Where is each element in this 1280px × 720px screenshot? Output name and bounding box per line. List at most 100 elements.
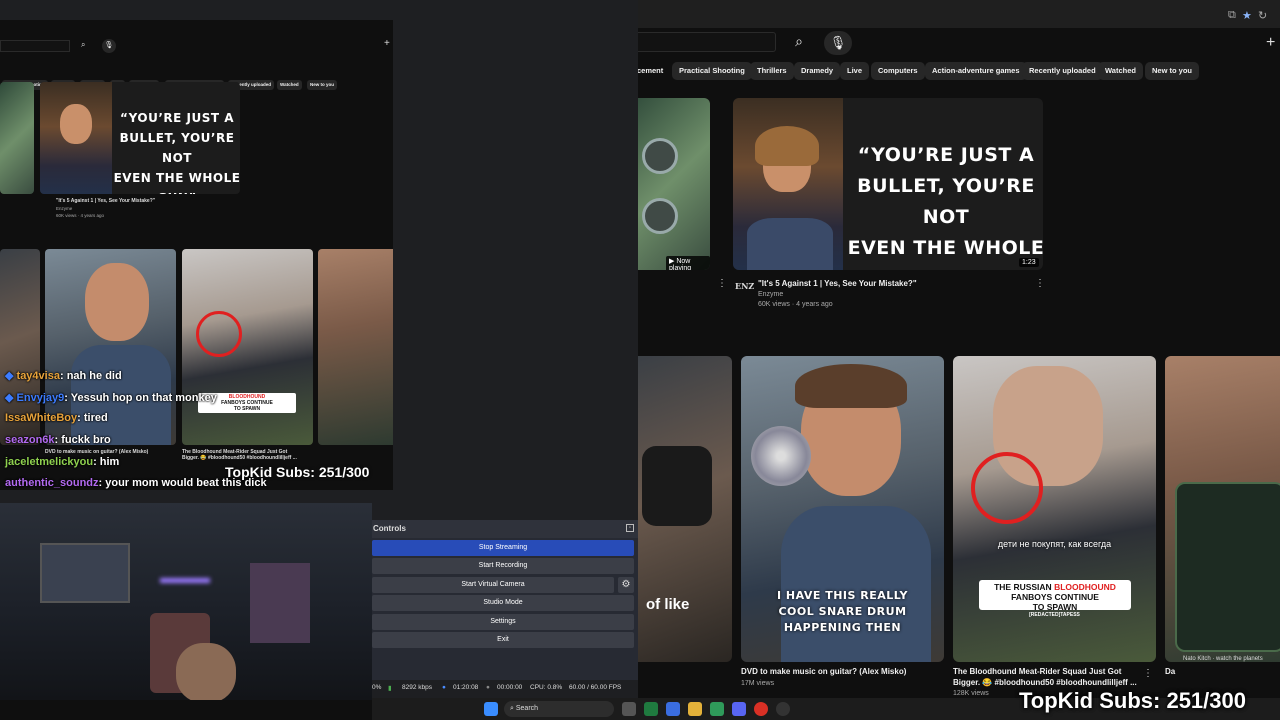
device-image bbox=[1175, 482, 1280, 652]
tv-screen-image bbox=[40, 543, 130, 603]
microphone-icon: 🎙 bbox=[102, 39, 116, 53]
character-face bbox=[60, 104, 92, 144]
exit-button[interactable]: Exit bbox=[372, 632, 634, 648]
preview-search-input bbox=[0, 40, 70, 52]
more-options-icon[interactable]: ⋮ bbox=[717, 278, 727, 289]
video-thumbnail-partial bbox=[0, 82, 34, 194]
banner-subtext: [REDACTED]TAPESS bbox=[1029, 612, 1080, 618]
featured-video-thumbnail[interactable]: “YOU’RE JUST A BULLET, YOU’RE NOT EVEN T… bbox=[733, 98, 1043, 270]
character-hair bbox=[755, 126, 819, 166]
chip-watched[interactable]: Watched bbox=[1098, 62, 1143, 80]
short-thumbnail-partial[interactable]: of like bbox=[638, 356, 732, 662]
more-options-icon[interactable]: ⋮ bbox=[1143, 668, 1153, 679]
search-icon: ⌕ bbox=[81, 40, 86, 49]
chip-new-to-you: New to you bbox=[307, 80, 338, 90]
chat-username: tay4visa bbox=[16, 370, 60, 382]
character-image bbox=[40, 82, 112, 194]
featured-video-title: "It's 5 Against 1 | Yes, See Your Mistak… bbox=[56, 198, 156, 204]
character-body bbox=[747, 218, 833, 270]
red-circle-marker bbox=[196, 311, 242, 357]
copilot-icon[interactable] bbox=[666, 702, 680, 716]
channel-name[interactable]: Enzyme bbox=[758, 291, 783, 298]
chip-new-to-you[interactable]: New to you bbox=[1145, 62, 1200, 80]
windows-start-icon[interactable] bbox=[484, 702, 498, 716]
video-views: 60K views · 4 years ago bbox=[758, 301, 833, 308]
settings-button[interactable]: Settings bbox=[372, 614, 634, 630]
banner-text: TO SPAWN bbox=[1032, 602, 1078, 612]
banner-text: THE RUSSIAN bbox=[994, 582, 1055, 592]
short-thumbnail-partial-right bbox=[318, 249, 393, 445]
search-icon[interactable]: ⌕ bbox=[786, 33, 812, 53]
channel-avatar[interactable]: ENZ bbox=[735, 281, 754, 291]
person-hair bbox=[795, 364, 907, 408]
chat-username: authentic_soundz bbox=[5, 477, 99, 489]
studio-mode-button[interactable]: Studio Mode bbox=[372, 595, 634, 611]
chrome-icon[interactable] bbox=[754, 702, 768, 716]
chip-live[interactable]: Live bbox=[840, 62, 870, 80]
channel-name: Enzyme bbox=[56, 206, 73, 211]
search-input[interactable] bbox=[638, 32, 776, 52]
chip-action-adventure[interactable]: Action-adventure games bbox=[925, 62, 1027, 80]
microphone-icon[interactable]: 🎙 bbox=[824, 31, 852, 55]
stream-time: 01:20:08 bbox=[453, 684, 479, 691]
start-recording-button[interactable]: Start Recording bbox=[372, 558, 634, 574]
taskbar-search[interactable]: ⌕ Search bbox=[504, 701, 614, 717]
dvd-image bbox=[751, 426, 811, 486]
quote-line-3: EVEN THE WHOLE GUN” bbox=[847, 237, 1043, 270]
short-title[interactable]: Da bbox=[1165, 666, 1175, 677]
bitrate: 8292 kbps bbox=[402, 684, 432, 691]
featured-quote: “YOU’RE JUST A BULLET, YOU’RE NOT EVEN T… bbox=[112, 108, 240, 194]
refresh-icon[interactable]: ↻ bbox=[1258, 9, 1267, 22]
chip-dramedy[interactable]: Dramedy bbox=[794, 62, 841, 80]
now-playing-badge: ▶ Now playing bbox=[666, 256, 710, 270]
short-title[interactable]: The Bloodhound Meat-Rider Squad Just Got… bbox=[953, 666, 1137, 688]
obs-icon[interactable] bbox=[776, 702, 790, 716]
cpu-usage: CPU: 0.8% bbox=[530, 684, 563, 691]
short-title[interactable]: DVD to make music on guitar? (Alex Misko… bbox=[741, 666, 906, 677]
chip-practical-shooting[interactable]: Practical Shooting bbox=[672, 62, 752, 80]
create-plus-icon[interactable]: + bbox=[1266, 34, 1275, 52]
chat-username: seazon6k bbox=[5, 434, 55, 446]
chat-username: IssaWhiteBoy bbox=[5, 412, 78, 424]
discord-icon[interactable] bbox=[732, 702, 746, 716]
webcam-feed bbox=[0, 503, 372, 700]
subs-counter-overlay: TopKid Subs: 251/300 bbox=[1019, 688, 1246, 713]
chip-partial[interactable]: cement bbox=[638, 62, 670, 80]
start-virtual-camera-button[interactable]: Start Virtual Camera bbox=[372, 577, 614, 593]
short-thumbnail-guitar[interactable]: I HAVE THIS REALLY COOL SNARE DRUM HAPPE… bbox=[741, 356, 944, 662]
more-options-icon[interactable]: ⋮ bbox=[1035, 278, 1045, 289]
edge-browser-icon[interactable] bbox=[644, 702, 658, 716]
person-face bbox=[85, 263, 149, 341]
youtube-window: ⧉ ★ ↻ ⌕ 🎙 + cement Practical Shooting Th… bbox=[638, 0, 1280, 700]
stop-streaming-button[interactable]: Stop Streaming bbox=[372, 540, 634, 556]
short-title: The Bloodhound Meat-Rider Squad Just Got… bbox=[182, 449, 297, 461]
caption-line: I HAVE THIS REALLY bbox=[776, 589, 909, 602]
task-view-icon[interactable] bbox=[622, 702, 636, 716]
short-title-line: The Bloodhound Meat-Rider Squad Just Got bbox=[953, 667, 1122, 676]
short-title-line: Bigger. 😂 #bloodhound50 #bloodhoundlillj… bbox=[182, 455, 297, 461]
quote-line-1: “YOU’RE JUST A bbox=[120, 111, 234, 125]
short-thumbnail-partial-right[interactable]: Nato Kitch · watch the planets bbox=[1165, 356, 1280, 662]
short-thumbnail-bloodhound[interactable]: дети не покупят, как всегда THE RUSSIAN … bbox=[953, 356, 1156, 662]
chat-badge-icon: ◆ bbox=[5, 392, 14, 404]
chip-computers[interactable]: Computers bbox=[871, 62, 925, 80]
controls-title: Controls bbox=[372, 520, 638, 538]
video-thumbnail-partial[interactable]: ▶ Now playing bbox=[638, 98, 710, 270]
store-icon[interactable] bbox=[710, 702, 724, 716]
search-label: Search bbox=[515, 705, 539, 712]
chip-thrillers[interactable]: Thrillers bbox=[750, 62, 794, 80]
chat-username: jaceletmelickyou bbox=[5, 456, 94, 468]
bookmark-star-icon[interactable]: ★ bbox=[1242, 9, 1252, 22]
chat-text: : fuckk bro bbox=[54, 434, 111, 446]
device-image bbox=[642, 446, 712, 526]
caption-line: HAPPENING THEN bbox=[783, 621, 902, 634]
short-views: 17M views bbox=[741, 680, 775, 687]
file-explorer-icon[interactable] bbox=[688, 702, 702, 716]
gear-icon[interactable]: ⚙ bbox=[618, 577, 634, 593]
character-image bbox=[733, 98, 843, 270]
featured-video-title[interactable]: "It's 5 Against 1 | Yes, See Your Mistak… bbox=[758, 278, 917, 289]
dock-float-icon[interactable]: ▫ bbox=[626, 524, 634, 532]
chip-recently-uploaded[interactable]: Recently uploaded bbox=[1022, 62, 1103, 80]
share-icon[interactable]: ⧉ bbox=[1228, 9, 1236, 22]
record-time: 00:00:00 bbox=[497, 684, 523, 691]
